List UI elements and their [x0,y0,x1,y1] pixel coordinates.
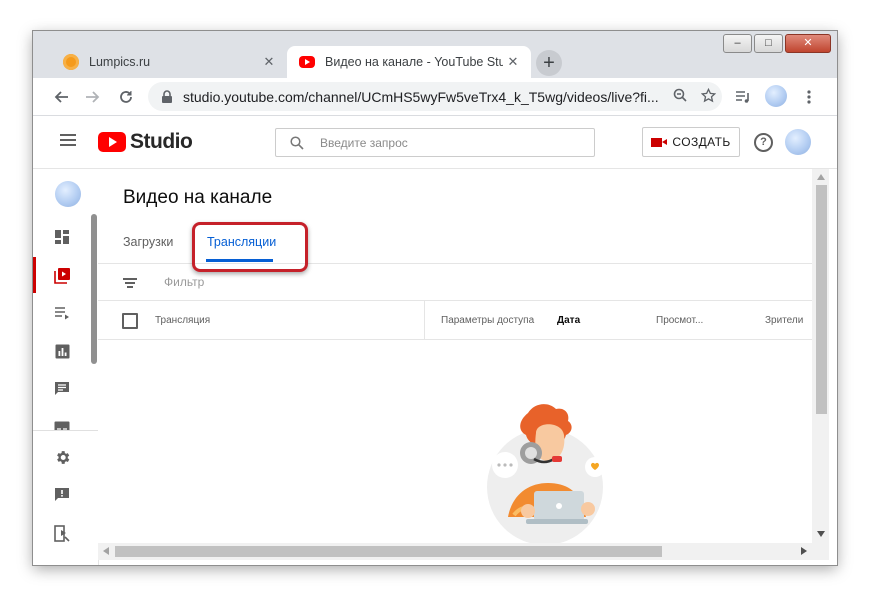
column-header-date[interactable]: Дата [557,315,580,326]
address-bar[interactable]: studio.youtube.com/channel/UCmHS5wyFw5ve… [148,82,722,111]
vertical-scroll-thumb[interactable] [816,185,827,414]
main-content: Видео на канале Загрузки Трансляции Филь… [98,169,812,543]
tab-uploads[interactable]: Загрузки [123,235,173,249]
scrollbar-corner [812,543,829,560]
column-divider [424,301,425,339]
search-icon [290,135,304,150]
sidebar [33,169,99,565]
url-text: studio.youtube.com/channel/UCmHS5wyFw5ve… [183,88,659,105]
tab-strip: Lumpics.ru ✕ Видео на канале - YouTube S… [33,31,837,78]
forward-button[interactable] [80,84,106,110]
comments-icon [55,382,69,395]
video-library-icon [53,267,70,284]
close-window-button[interactable]: ✕ [785,34,831,53]
video-camera-icon [651,137,668,147]
youtube-logo-icon [98,132,126,152]
zoom-icon[interactable] [666,88,694,105]
tab-youtube-studio[interactable]: Видео на канале - YouTube Studio ✕ [287,46,531,78]
more-vert-icon [807,90,811,104]
scroll-left-icon[interactable] [103,547,109,555]
sidebar-item-playlists[interactable] [33,295,91,331]
reload-button[interactable] [113,84,139,110]
close-icon[interactable]: ✕ [259,54,279,70]
sidebar-item-comments[interactable] [33,371,91,407]
profile-avatar[interactable] [765,85,787,107]
tab-title: Lumpics.ru [89,55,151,69]
sidebar-item-settings[interactable] [33,439,91,475]
account-avatar[interactable] [785,129,811,155]
feedback-icon [55,488,69,501]
orange-circle-icon [63,54,79,70]
tab-title: Видео на канале - YouTube Studio [325,55,503,69]
sidebar-scrollbar[interactable] [91,214,97,364]
sidebar-item-subtitles[interactable] [33,409,91,431]
scroll-down-icon[interactable] [817,531,825,537]
channel-avatar[interactable] [55,181,81,207]
arrow-right-icon [86,91,100,103]
empty-state-illustration [487,404,605,543]
horizontal-scroll-thumb[interactable] [115,546,662,557]
column-header-visibility[interactable]: Параметры доступа [441,315,534,326]
close-icon[interactable]: ✕ [503,54,523,70]
sidebar-item-classic-studio[interactable] [33,515,91,551]
playlist-icon [55,307,69,320]
horizontal-scrollbar[interactable] [98,543,812,560]
new-tab-button[interactable]: + [536,50,562,76]
create-button[interactable]: СОЗДАТЬ [642,127,740,157]
filter-bar[interactable]: Фильтр [98,264,812,301]
sidebar-divider [33,430,98,431]
tab-lumpics[interactable]: Lumpics.ru ✕ [51,46,287,78]
window-controls: – □ ✕ [723,34,831,53]
search-input[interactable] [318,134,594,151]
create-label: СОЗДАТЬ [672,135,731,149]
scroll-up-icon[interactable] [817,174,825,180]
column-header-views[interactable]: Просмот... [656,315,703,326]
logo-text: Studio [130,130,193,153]
creator-studio-classic-icon [54,524,70,542]
scroll-right-icon[interactable] [801,547,807,555]
hamburger-menu-icon[interactable] [60,134,76,149]
youtube-icon [299,56,315,68]
analytics-icon [55,344,69,358]
browser-window: Lumpics.ru ✕ Видео на канале - YouTube S… [33,31,837,565]
studio-header: Studio СОЗДАТЬ ? [33,116,837,169]
sidebar-item-dashboard[interactable] [33,219,91,255]
column-header-stream: Трансляция [155,315,211,326]
page-title: Видео на канале [123,187,273,208]
vertical-scrollbar[interactable] [812,169,829,543]
sidebar-item-feedback[interactable] [33,477,91,513]
star-icon[interactable] [694,87,722,106]
menu-button[interactable] [796,84,822,110]
minimize-button[interactable]: – [723,34,752,53]
table-header: Трансляция Параметры доступа Дата Просмо… [98,301,812,340]
browser-toolbar: studio.youtube.com/channel/UCmHS5wyFw5ve… [33,78,837,116]
select-all-checkbox[interactable] [122,313,138,329]
back-button[interactable] [48,84,74,110]
lock-icon [162,89,172,103]
reload-icon [120,91,132,103]
filter-input[interactable]: Фильтр [164,275,204,289]
maximize-button[interactable]: □ [754,34,783,53]
media-control-button[interactable] [730,84,756,110]
settings-icon [56,450,69,464]
arrow-left-icon [54,91,68,103]
playlist-music-icon [736,91,749,103]
dashboard-icon [55,230,69,244]
search-box[interactable] [275,128,595,157]
column-header-viewers[interactable]: Зрители [765,315,803,326]
studio-logo[interactable]: Studio [98,130,193,154]
help-icon[interactable]: ? [754,133,773,152]
filter-icon[interactable] [123,278,137,290]
sidebar-item-analytics[interactable] [33,333,91,369]
sidebar-item-videos[interactable] [33,257,91,293]
